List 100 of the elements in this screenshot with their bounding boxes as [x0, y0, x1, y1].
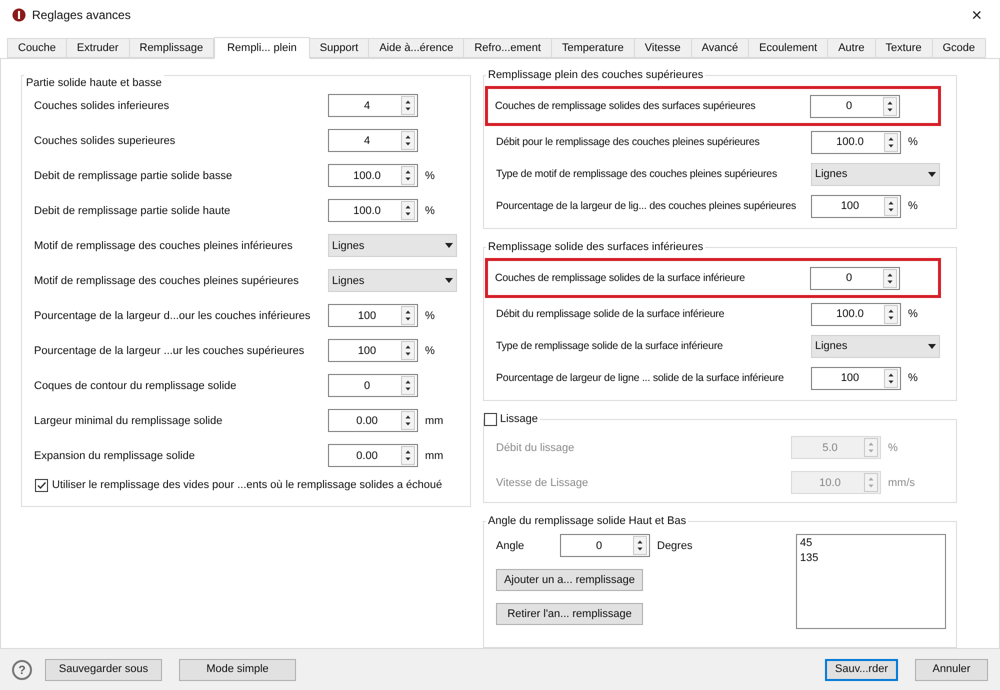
number-field[interactable]: 0 [328, 374, 418, 398]
checkbox[interactable] [484, 413, 497, 426]
spin-arrows-icon[interactable] [633, 536, 647, 556]
unit-label: Degres [657, 538, 692, 554]
number-field[interactable]: 100.0 [328, 164, 418, 188]
tab[interactable]: Extruder [66, 38, 130, 58]
unit-label: % [908, 307, 918, 322]
tab[interactable]: Autre [827, 38, 876, 58]
number-field[interactable]: 0.00 [328, 444, 418, 468]
tab[interactable]: Remplissage [128, 38, 214, 58]
help-icon[interactable]: ? [12, 660, 32, 680]
field-label: Expansion du remplissage solide [34, 448, 196, 464]
spin-arrows-icon[interactable] [884, 196, 898, 216]
action-button[interactable]: Ajouter un a... remplissage [496, 569, 643, 592]
number-field[interactable]: 4 [328, 94, 418, 118]
footer-button[interactable]: Sauv...rder [825, 658, 898, 681]
number-field[interactable]: 0 [810, 94, 900, 118]
tab[interactable]: Gcode [932, 38, 986, 58]
field-label: Couches de remplissage solides des surfaces supérieures [494, 98, 756, 114]
app-icon [12, 8, 26, 22]
spin-arrows-icon[interactable] [883, 268, 897, 288]
unit-label: % [425, 308, 435, 324]
caret-icon [928, 172, 936, 177]
number-field[interactable]: 100 [811, 366, 901, 390]
unit-label: % [425, 344, 435, 359]
spin-arrows-icon[interactable] [401, 411, 415, 430]
dropdown[interactable]: Lignes [328, 269, 457, 292]
dropdown[interactable]: Lignes [328, 234, 457, 258]
number-field[interactable]: 100.0 [811, 130, 901, 154]
field-label: Couches solides inferieures [34, 98, 170, 114]
spin-arrows-icon[interactable] [401, 131, 415, 150]
field-label: Debit de remplissage partie solide basse [34, 168, 234, 184]
footer-button[interactable]: Sauvegarder sous [45, 658, 162, 681]
list-item[interactable]: 135 [800, 551, 942, 566]
field-label: Motif de remplissage des couches pleines supérieures [34, 274, 300, 289]
field-label: Pourcentage de la largeur d...our les couches inférieures [34, 308, 312, 324]
unit-label: % [908, 199, 918, 214]
caret-icon [928, 344, 936, 349]
dropdown[interactable]: Lignes [811, 162, 940, 186]
field-label: Couches de remplissage solides de la surface inférieure [494, 270, 746, 286]
unit-label: mm [425, 448, 444, 464]
spin-arrows-icon[interactable] [884, 304, 898, 324]
checkbox-label: Utiliser le remplissage des vides pour ...ents où le remplissage solides a échoué [52, 478, 442, 494]
spin-arrows-icon[interactable] [401, 341, 415, 360]
tab[interactable]: Rempli... plein [214, 37, 310, 60]
spin-arrows-icon[interactable] [884, 368, 898, 388]
field-label: Type de remplissage solide de la surface inférieure [495, 338, 724, 354]
spin-arrows-icon[interactable] [401, 166, 415, 186]
tab[interactable]: Aide à...érence [368, 38, 464, 58]
unit-label: % [888, 440, 898, 456]
spin-arrows-icon[interactable] [401, 96, 415, 116]
number-field[interactable]: 0.00 [328, 409, 418, 432]
number-field[interactable]: 4 [328, 129, 418, 152]
footer-button[interactable]: Annuler [915, 658, 988, 681]
spin-arrows-icon[interactable] [401, 201, 415, 220]
unit-label: mm/s [888, 476, 915, 491]
tab[interactable]: Couche [7, 38, 67, 58]
tab[interactable]: Refro...ement [463, 38, 552, 58]
field-label: Motif de remplissage des couches pleines inférieures [34, 238, 294, 254]
number-field[interactable]: 100 [811, 194, 901, 218]
unit-label: % [908, 135, 918, 150]
number-field[interactable]: 0 [560, 534, 650, 558]
number-field[interactable]: 100 [328, 339, 418, 362]
group-title: Lissage [500, 412, 538, 428]
tab[interactable]: Ecoulement [748, 38, 828, 58]
field-label: Pourcentage de la largeur de lig... des couches pleines supérieures [495, 198, 798, 214]
tab[interactable]: Temperature [550, 38, 635, 58]
field-label: Coques de contour du remplissage solide [34, 378, 238, 394]
checkbox[interactable] [35, 479, 48, 492]
unit-label: % [425, 204, 435, 219]
tab[interactable]: Vitesse [634, 38, 692, 58]
unit-label: % [425, 168, 435, 184]
angle-list[interactable]: 45 135 [796, 534, 946, 630]
unit-label: mm [425, 414, 444, 429]
dropdown[interactable]: Lignes [811, 334, 940, 358]
close-button[interactable]: × [965, 6, 988, 24]
field-label: Débit pour le remplissage des couches pleines supérieures [495, 134, 761, 150]
field-label: Angle [496, 538, 526, 554]
tab[interactable]: Support [308, 38, 370, 58]
footer-button[interactable]: Mode simple [179, 658, 296, 681]
number-field[interactable]: 100.0 [328, 199, 418, 222]
field-label: Vitesse de Lissage [495, 476, 590, 491]
spin-arrows-icon[interactable] [401, 306, 415, 326]
spin-arrows-icon[interactable] [884, 132, 898, 152]
list-item[interactable]: 45 [800, 536, 942, 552]
field-label: Largeur minimal du remplissage solide [34, 414, 224, 429]
number-field[interactable]: 100 [328, 304, 418, 328]
number-field[interactable]: 100.0 [811, 302, 901, 326]
spin-arrows-icon[interactable] [883, 96, 897, 116]
spin-arrows-icon[interactable] [401, 446, 415, 466]
number-field[interactable]: 0 [810, 266, 900, 290]
action-button[interactable]: Retirer l'an... remplissage [496, 603, 643, 626]
field-label: Débit du lissage [495, 440, 576, 456]
tab[interactable]: Avancé [690, 38, 750, 58]
tab[interactable]: Texture [874, 38, 933, 58]
field-label: Débit du remplissage solide de la surface inférieure [495, 306, 726, 322]
unit-label: % [908, 371, 918, 386]
caret-icon [445, 243, 453, 248]
window-title: Reglages avances [32, 6, 132, 24]
spin-arrows-icon[interactable] [401, 376, 415, 396]
